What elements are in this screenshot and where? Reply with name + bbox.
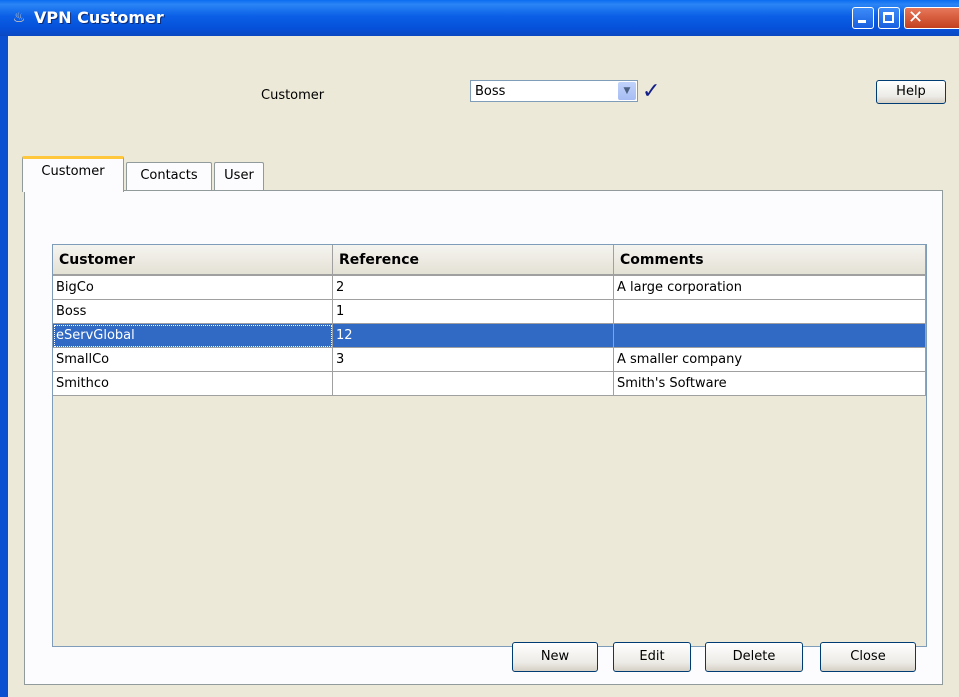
chevron-down-icon[interactable]: ▼ [618,82,636,100]
cell-reference: 1 [333,300,614,324]
tab-customer[interactable]: Customer [22,156,124,192]
table-header: Customer Reference Comments [53,245,926,276]
column-header-comments[interactable]: Comments [614,245,926,276]
close-icon: ✕ [908,7,924,28]
delete-button[interactable]: Delete [705,642,803,672]
title-bar[interactable]: ♨ VPN Customer ✕ [0,0,959,36]
window-title: VPN Customer [34,8,164,27]
cell-customer: Smithco [53,372,333,396]
table-row[interactable]: BigCo 2 A large corporation [53,276,926,300]
cell-reference: 3 [333,348,614,372]
table-row[interactable]: Boss 1 [53,300,926,324]
minimize-icon [858,20,866,23]
cell-reference: 12 [333,324,614,348]
new-button[interactable]: New [512,642,598,672]
maximize-icon [883,12,894,23]
tab-user[interactable]: User [214,162,264,190]
tab-contacts[interactable]: Contacts [126,162,212,190]
java-cup-icon: ♨ [12,10,26,26]
column-header-reference[interactable]: Reference [333,245,614,276]
customer-select-value: Boss [475,84,506,99]
close-window-button[interactable]: ✕ [904,7,959,29]
column-header-customer[interactable]: Customer [53,245,333,276]
table-row-selected[interactable]: eServGlobal 12 [53,324,926,348]
cell-customer: SmallCo [53,348,333,372]
cell-comments: A large corporation [614,276,926,300]
cell-customer: Boss [53,300,333,324]
edit-button[interactable]: Edit [613,642,691,672]
cell-comments: A smaller company [614,348,926,372]
table-row[interactable]: Smithco Smith's Software [53,372,926,396]
cell-comments [614,324,926,348]
close-button[interactable]: Close [820,642,916,672]
minimize-button[interactable] [852,7,874,29]
checkmark-icon[interactable]: ✓ [642,79,660,104]
table-row[interactable]: SmallCo 3 A smaller company [53,348,926,372]
window-frame [0,36,8,697]
cell-customer: eServGlobal [53,324,333,348]
table-body: BigCo 2 A large corporation Boss 1 eServ… [53,276,926,396]
cell-customer: BigCo [53,276,333,300]
customer-table[interactable]: Customer Reference Comments BigCo 2 A la… [52,244,927,647]
maximize-button[interactable] [878,7,900,29]
customer-select[interactable]: Boss ▼ [470,80,638,102]
window-content: Customer Boss ▼ ✓ Help Customer Contacts… [8,36,959,697]
cell-reference [333,372,614,396]
cell-comments: Smith's Software [614,372,926,396]
help-button[interactable]: Help [876,80,946,104]
cell-comments [614,300,926,324]
cell-reference: 2 [333,276,614,300]
customer-label: Customer [261,88,325,103]
